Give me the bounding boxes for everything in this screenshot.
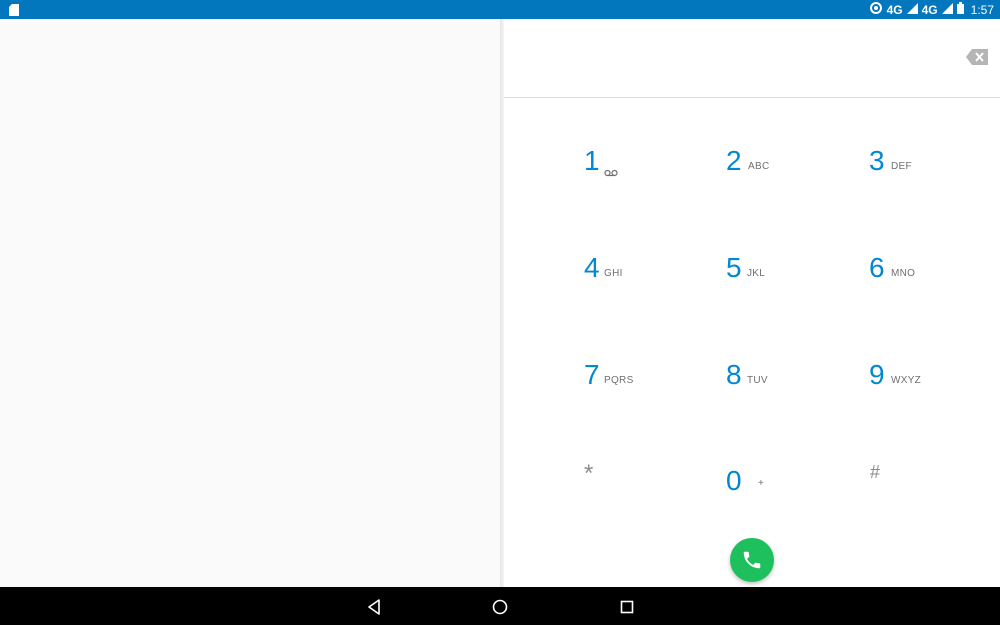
navigation-bar <box>0 587 1000 625</box>
key-letters: + <box>758 478 765 489</box>
home-circle-icon[interactable] <box>489 596 511 618</box>
dialpad-key-9[interactable]: 9 WXYZ <box>869 359 969 419</box>
call-log-pane <box>0 19 500 587</box>
battery-icon <box>956 2 964 17</box>
network-type-2: 4G <box>921 2 938 17</box>
backspace-icon[interactable] <box>966 49 988 65</box>
key-letters: TUV <box>747 375 768 386</box>
clock: 1:57 <box>970 2 994 17</box>
dialpad-key-1[interactable]: 1 <box>584 145 684 205</box>
dialpad-key-2[interactable]: 2 ABC <box>726 145 826 205</box>
phone-icon <box>743 551 761 569</box>
key-digit: * <box>584 460 594 487</box>
voicemail-icon <box>604 164 618 182</box>
key-digit: 1 <box>584 145 600 176</box>
key-letters: WXYZ <box>891 375 922 386</box>
dialpad-key-6[interactable]: 6 MNO <box>869 252 969 312</box>
key-letters: MNO <box>891 268 916 279</box>
key-digit: 3 <box>869 145 885 176</box>
signal-icon <box>906 2 918 17</box>
dialpad-key-3[interactable]: 3 DEF <box>869 145 969 205</box>
key-digit: 6 <box>869 252 885 283</box>
key-digit: 8 <box>726 359 742 390</box>
key-digit: 0 <box>726 465 742 496</box>
key-letters: DEF <box>891 161 912 172</box>
status-bar: 4G 4G 1:57 <box>0 0 1000 19</box>
dialpad-key-star[interactable]: * <box>584 460 684 520</box>
dialpad-key-7[interactable]: 7 PQRS <box>584 359 684 419</box>
call-button[interactable] <box>730 538 774 582</box>
key-digit: 5 <box>726 252 742 283</box>
dialpad-key-8[interactable]: 8 TUV <box>726 359 826 419</box>
dialpad-key-0[interactable]: 0 + <box>726 465 826 525</box>
key-letters: JKL <box>747 268 766 279</box>
data-saver-icon <box>869 1 883 18</box>
digits-field[interactable] <box>504 19 1000 98</box>
dialpad-key-pound[interactable]: # <box>870 462 970 522</box>
dialpad-key-4[interactable]: 4 GHI <box>584 252 684 312</box>
key-digit: # <box>870 462 881 482</box>
back-triangle-icon[interactable] <box>364 596 386 618</box>
dialpad-panel: 1 2 ABC 3 DEF 4 GHI 5 JKL 6 MNO 7 PQRS 8… <box>504 19 1000 587</box>
status-icons: 4G 4G 1:57 <box>869 0 994 19</box>
signal-icon <box>941 2 953 17</box>
key-digit: 2 <box>726 145 742 176</box>
dialpad-key-5[interactable]: 5 JKL <box>726 252 826 312</box>
recents-square-icon[interactable] <box>616 596 638 618</box>
network-type-1: 4G <box>886 2 903 17</box>
key-letters: GHI <box>604 268 623 279</box>
key-letters: PQRS <box>604 375 634 386</box>
key-digit: 4 <box>584 252 600 283</box>
key-letters: ABC <box>748 161 770 172</box>
key-digit: 9 <box>869 359 885 390</box>
key-digit: 7 <box>584 359 600 390</box>
